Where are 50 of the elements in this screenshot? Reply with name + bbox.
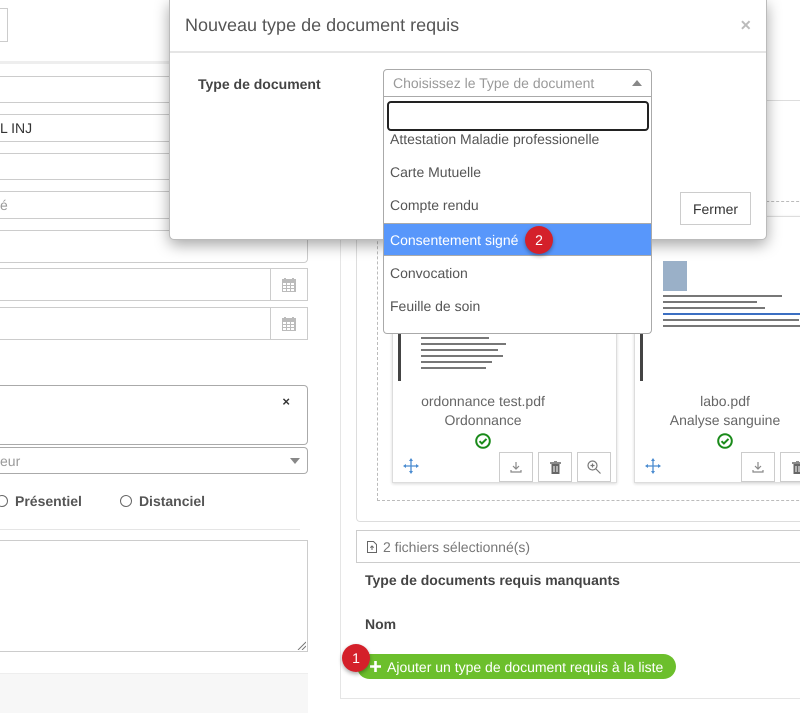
- file-count: 2 fichiers sélectionné(s): [383, 538, 530, 554]
- modal-title: Nouveau type de document requis: [185, 15, 460, 36]
- select-placeholder: eur: [0, 452, 20, 469]
- dropdown-option[interactable]: Feuille de soin: [384, 289, 651, 322]
- date-field[interactable]: [0, 268, 270, 302]
- file-upload-icon: [367, 540, 377, 552]
- document-type: Ordonnance: [443, 412, 523, 428]
- file-name: ordonnance test.pdf: [420, 393, 546, 409]
- field-label: Type de document: [198, 76, 321, 92]
- calendar-icon: [282, 278, 296, 292]
- dropdown-option[interactable]: Compte rendu: [384, 188, 651, 221]
- field-value: L INJ: [0, 120, 32, 136]
- column-header: Nom: [365, 616, 398, 632]
- trash-icon: [792, 460, 800, 474]
- calendar-button[interactable]: [270, 268, 308, 302]
- trash-icon: [550, 460, 560, 474]
- document-type: Analyse sanguine: [668, 412, 782, 428]
- radio-label[interactable]: Présentiel: [15, 493, 82, 510]
- caret-icon: [632, 80, 642, 86]
- dropdown-option[interactable]: Attestation Maladie professionelle: [384, 131, 651, 155]
- caret-icon: [290, 458, 300, 464]
- section-heading: Type de documents requis manquants: [365, 572, 621, 588]
- zoom-in-icon: [587, 460, 601, 474]
- move-arrows-icon[interactable]: [403, 458, 419, 474]
- step-badge: 2: [525, 226, 553, 254]
- delete-button[interactable]: [538, 452, 572, 482]
- radio-label[interactable]: Distanciel: [138, 493, 206, 510]
- plus-icon: [370, 661, 381, 672]
- download-icon: [510, 461, 522, 473]
- date-field[interactable]: [0, 307, 270, 340]
- calendar-button[interactable]: [270, 307, 308, 340]
- close-dialog-button[interactable]: Fermer: [680, 192, 751, 225]
- step-badge: 1: [342, 644, 370, 672]
- resize-grip-icon: [297, 640, 306, 650]
- download-button[interactable]: [741, 452, 775, 482]
- multiselect-field[interactable]: ×: [0, 385, 308, 446]
- file-name: labo.pdf: [699, 393, 751, 409]
- radio-button[interactable]: [120, 495, 132, 508]
- download-icon: [752, 461, 764, 473]
- field-placeholder: é: [0, 197, 8, 214]
- download-button[interactable]: [499, 452, 533, 482]
- dropdown-option[interactable]: Carte Mutuelle: [384, 155, 651, 188]
- select-placeholder: Choisissez le Type de document: [393, 75, 594, 91]
- dropdown-option[interactable]: Convocation: [384, 256, 651, 289]
- zoom-button[interactable]: [577, 452, 611, 482]
- move-arrows-icon[interactable]: [645, 458, 661, 474]
- calendar-icon: [282, 316, 296, 331]
- dropdown-option[interactable]: Consentement signé 2: [384, 223, 651, 256]
- search-field[interactable]: [387, 101, 649, 131]
- clear-button[interactable]: ×: [282, 394, 290, 410]
